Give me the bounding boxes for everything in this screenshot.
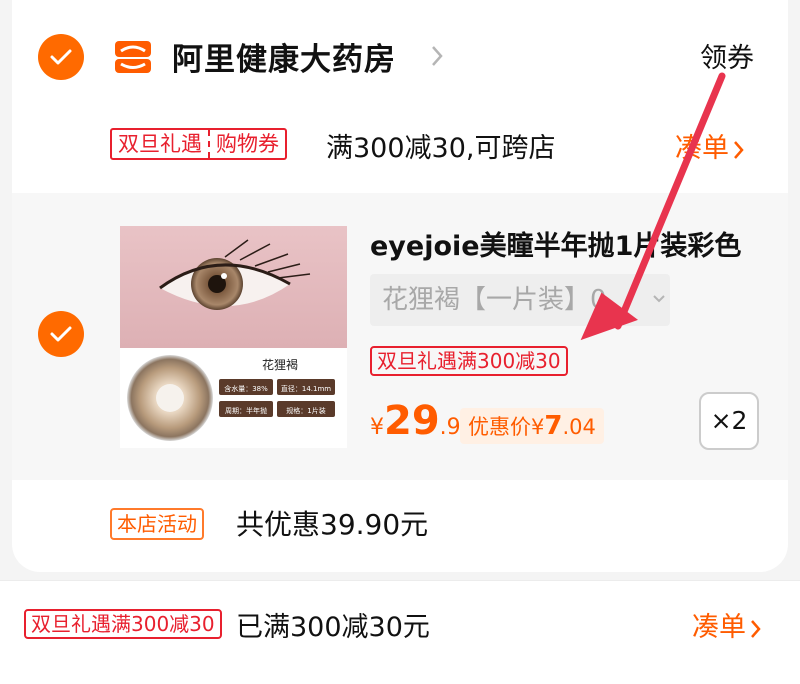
sku-selector[interactable]: 花狸褐【一片装】0 [370, 274, 670, 326]
promo-tag: 双旦礼遇 购物券 [110, 128, 287, 160]
promo-tag-right: 购物券 [208, 130, 285, 158]
price-decimal: .9 [439, 415, 461, 440]
promo-row: 双旦礼遇 购物券 满300减30,可跨店 凑单 [12, 120, 788, 170]
quantity-button[interactable]: ×2 [699, 392, 759, 450]
get-coupon-link[interactable]: 领券 [700, 36, 754, 75]
price-currency: ¥ [370, 415, 384, 440]
store-select-checkbox[interactable] [38, 34, 84, 80]
chevron-right-icon [734, 140, 744, 159]
chevron-right-icon [751, 619, 761, 638]
price-integer: 29 [384, 398, 440, 444]
total-saving: 共优惠39.90元 [236, 508, 429, 541]
store-logo-icon [115, 41, 151, 73]
promo-tag-left: 双旦礼遇 [118, 132, 202, 156]
spec-tag: 含水量：38% [224, 384, 268, 393]
bottom-promo-text: 已满300减30元 [236, 612, 430, 643]
store-header: 阿里健康大药房 领券 [12, 0, 788, 115]
spec-tag: 直径：14.1mm [281, 384, 331, 393]
checkmark-icon [50, 49, 72, 65]
discounted-price-label: 优惠价¥ [468, 415, 545, 439]
contact-lens-image: 花狸褐 含水量：38% 直径：14.1mm 周期：半年抛 规格：1片装 [120, 226, 347, 448]
bottom-add-items-link[interactable]: 凑单 [692, 605, 762, 644]
bottom-promo-tag: 双旦礼遇满300减30 [24, 609, 222, 639]
discounted-price: 优惠价¥7.04 [460, 408, 604, 444]
bottom-promo-bar: 双旦礼遇满300减30 已满300减30元 凑单 [0, 580, 800, 684]
store-card: 阿里健康大药房 领券 双旦礼遇 购物券 满300减30,可跨店 凑单 花狸褐 含… [12, 0, 788, 572]
bottom-add-items-label: 凑单 [692, 612, 746, 643]
product-title[interactable]: eyejoie美瞳半年抛1片装彩色 [370, 224, 770, 263]
store-name[interactable]: 阿里健康大药房 [172, 34, 396, 79]
item-price: ¥29.9 [370, 398, 461, 444]
promo-text: 满300减30,可跨店 [326, 133, 556, 164]
spec-tag: 规格：1片装 [286, 406, 325, 415]
item-promo-tag: 双旦礼遇满300减30 [370, 346, 568, 376]
add-items-label: 凑单 [675, 133, 729, 164]
shop-event-tag: 本店活动 [110, 508, 204, 540]
discounted-price-integer: 7 [544, 411, 563, 441]
thumb-label: 花狸褐 [262, 357, 298, 372]
add-items-link[interactable]: 凑单 [675, 126, 745, 165]
chevron-right-icon[interactable] [430, 44, 444, 68]
chevron-down-icon[interactable] [652, 294, 666, 304]
product-thumbnail[interactable]: 花狸褐 含水量：38% 直径：14.1mm 周期：半年抛 规格：1片装 [120, 226, 347, 448]
item-select-checkbox[interactable] [38, 311, 84, 357]
spec-tag: 周期：半年抛 [225, 406, 267, 415]
checkmark-icon [50, 326, 72, 342]
discounted-price-decimal: .04 [562, 415, 596, 439]
